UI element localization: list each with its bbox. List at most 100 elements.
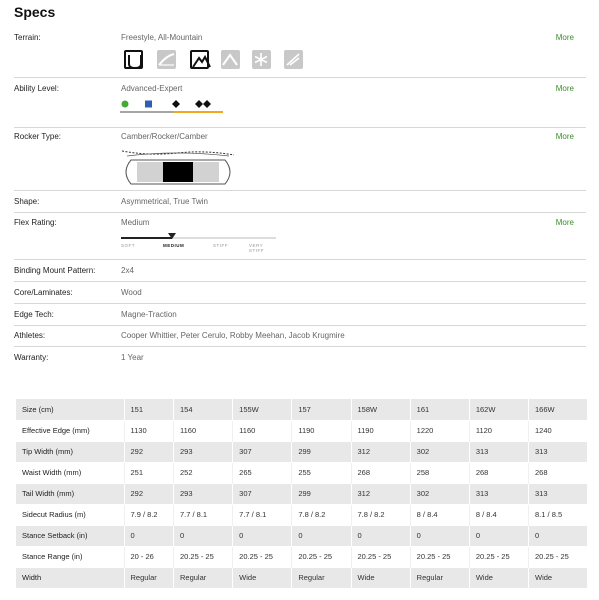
table-cell: 268 xyxy=(528,462,587,483)
table-cell: 1160 xyxy=(232,420,292,441)
intermediate-icon xyxy=(145,100,152,108)
table-cell: 293 xyxy=(172,483,233,504)
binding-value: 2x4 xyxy=(121,266,134,275)
table-cell: 302 xyxy=(409,483,470,504)
table-cell: 312 xyxy=(350,483,411,504)
table-cell: 155W xyxy=(232,399,292,420)
table-cell: 268 xyxy=(468,462,529,483)
table-cell: 313 xyxy=(468,441,529,462)
expert-icon-left xyxy=(195,100,203,108)
flex-row: Flex Rating: Medium More SOFT MEDIUM STI… xyxy=(14,214,586,260)
table-row: Stance Setback (in) 0 0 0 0 0 0 0 0 xyxy=(16,525,587,546)
flex-more-link[interactable]: More xyxy=(556,218,574,227)
edge-row: Edge Tech: Magne-Traction xyxy=(14,305,586,326)
table-cell: 307 xyxy=(232,483,292,504)
table-cell: 8 / 8.4 xyxy=(409,504,470,525)
table-cell: 166W xyxy=(528,399,587,420)
table-row: Sidecut Radius (m) 7.9 / 8.2 7.7 / 8.1 7.7 … xyxy=(16,504,587,525)
table-cell: 265 xyxy=(232,462,292,483)
warranty-value: 1 Year xyxy=(121,353,144,362)
flex-scale-soft: SOFT xyxy=(121,243,135,248)
table-cell: 1240 xyxy=(528,420,587,441)
table-cell: 8.1 / 8.5 xyxy=(528,504,587,525)
table-cell: 8 / 8.4 xyxy=(468,504,529,525)
table-cell: 1220 xyxy=(409,420,470,441)
ability-level-graphic xyxy=(120,100,223,113)
rocker-label: Rocker Type: xyxy=(14,132,61,141)
table-cell: 0 xyxy=(172,525,233,546)
table-row: Waist Width (mm) 251 252 265 255 268 258 268 268 xyxy=(16,462,587,483)
terrain-value: Freestyle, All-Mountain xyxy=(121,33,203,42)
table-cell: 307 xyxy=(232,441,292,462)
table-cell: 0 xyxy=(291,525,351,546)
ability-label: Ability Level: xyxy=(14,84,59,93)
table-cell: Regular xyxy=(291,567,351,588)
table-cell: 251 xyxy=(123,462,174,483)
table-cell: 293 xyxy=(172,441,233,462)
table-cell: 161 xyxy=(409,399,470,420)
table-cell: 258 xyxy=(409,462,470,483)
specs-title: Specs xyxy=(14,4,56,20)
table-cell: 0 xyxy=(232,525,292,546)
ability-row: Ability Level: Advanced-Expert More xyxy=(14,80,586,128)
table-cell: Wide xyxy=(468,567,529,588)
table-cell: 0 xyxy=(468,525,529,546)
athletes-row: Athletes: Cooper Whittier, Peter Cerulo,… xyxy=(14,326,586,347)
table-row-label: Stance Range (in) xyxy=(16,546,124,567)
table-cell: 313 xyxy=(468,483,529,504)
table-cell: 313 xyxy=(528,441,587,462)
flex-value: Medium xyxy=(121,218,150,227)
terrain-row: Terrain: Freestyle, All-Mountain More xyxy=(14,30,586,78)
table-cell: 20.25 - 25 xyxy=(291,546,351,567)
expert-icon-right xyxy=(203,100,211,108)
table-cell: 252 xyxy=(172,462,233,483)
flex-scale: SOFT MEDIUM STIFF VERY STIFF xyxy=(121,233,276,255)
table-cell: 7.8 / 8.2 xyxy=(291,504,351,525)
ability-value: Advanced-Expert xyxy=(121,84,183,93)
table-cell: 7.8 / 8.2 xyxy=(350,504,411,525)
table-cell: 20.25 - 25 xyxy=(172,546,233,567)
table-row-label: Stance Setback (in) xyxy=(16,525,124,546)
table-cell: 0 xyxy=(528,525,587,546)
rocker-row: Rocker Type: Camber/Rocker/Camber More xyxy=(14,129,586,191)
flex-label: Flex Rating: xyxy=(14,218,57,227)
table-cell: Regular xyxy=(123,567,174,588)
table-cell: 312 xyxy=(350,441,411,462)
table-cell: 0 xyxy=(409,525,470,546)
core-value: Wood xyxy=(121,288,142,297)
flex-fill xyxy=(121,237,173,239)
table-cell: 20.25 - 25 xyxy=(350,546,411,567)
table-cell: 20 - 26 xyxy=(123,546,174,567)
core-row: Core/Laminates: Wood xyxy=(14,283,586,304)
rocker-more-link[interactable]: More xyxy=(556,132,574,141)
table-cell: 20.25 - 25 xyxy=(232,546,292,567)
rocker-value: Camber/Rocker/Camber xyxy=(121,132,208,141)
table-cell: Regular xyxy=(172,567,233,588)
beginner-icon xyxy=(121,100,129,108)
shape-row: Shape: Asymmetrical, True Twin xyxy=(14,192,586,213)
halfpipe-terrain-icon xyxy=(157,50,176,69)
table-cell: 7.7 / 8.1 xyxy=(232,504,292,525)
table-cell: 268 xyxy=(350,462,411,483)
table-cell: 158W xyxy=(350,399,411,420)
athletes-label: Athletes: xyxy=(14,331,46,340)
shape-value: Asymmetrical, True Twin xyxy=(121,197,208,206)
table-cell: 20.25 - 25 xyxy=(409,546,470,567)
table-cell: Wide xyxy=(232,567,292,588)
table-row: Tail Width (mm) 292 293 307 299 312 302 313 313 xyxy=(16,483,587,504)
edge-label: Edge Tech: xyxy=(14,310,54,319)
table-cell: 1120 xyxy=(468,420,529,441)
table-cell: 7.9 / 8.2 xyxy=(123,504,174,525)
table-row-label: Size (cm) xyxy=(16,399,124,420)
table-row-label: Tip Width (mm) xyxy=(16,441,124,462)
terrain-label: Terrain: xyxy=(14,33,41,42)
ability-more-link[interactable]: More xyxy=(556,84,574,93)
terrain-more-link[interactable]: More xyxy=(556,33,574,42)
table-cell: 0 xyxy=(350,525,411,546)
table-cell: 1130 xyxy=(123,420,174,441)
table-row-label: Waist Width (mm) xyxy=(16,462,124,483)
rocker-profile-icon xyxy=(121,150,235,185)
table-cell: 292 xyxy=(123,441,174,462)
table-cell: Wide xyxy=(528,567,587,588)
table-cell: 313 xyxy=(528,483,587,504)
